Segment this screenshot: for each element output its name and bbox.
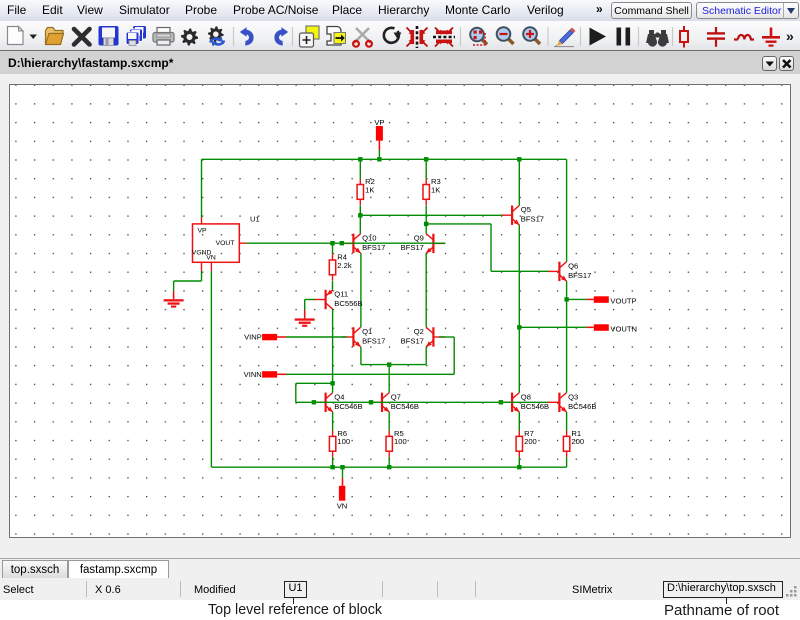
svg-text:Q1: Q1 (362, 327, 372, 336)
svg-text:2.2k: 2.2k (337, 261, 352, 270)
svg-text:200: 200 (571, 437, 584, 446)
svg-text:1K: 1K (365, 185, 374, 194)
svg-text:BC556B: BC556B (334, 299, 362, 308)
svg-text:BFS17: BFS17 (401, 337, 424, 346)
svg-text:BFS17: BFS17 (568, 271, 591, 280)
svg-text:VOUTP: VOUTP (610, 296, 636, 305)
svg-text:Q9: Q9 (414, 233, 424, 242)
svg-text:BFS17: BFS17 (362, 243, 385, 252)
svg-text:BC546B: BC546B (391, 402, 419, 411)
svg-text:»: » (786, 28, 794, 44)
svg-text:Q2: Q2 (414, 327, 424, 336)
svg-text:BC546B: BC546B (521, 402, 549, 411)
svg-text:Q8: Q8 (521, 392, 531, 401)
svg-text:1K: 1K (431, 185, 440, 194)
svg-text:Q10: Q10 (362, 233, 376, 242)
svg-text:BFS17: BFS17 (362, 337, 385, 346)
svg-text:Q11: Q11 (334, 290, 348, 299)
svg-text:BC546B: BC546B (334, 402, 362, 411)
svg-text:Q6: Q6 (568, 261, 578, 270)
svg-text:Q5: Q5 (521, 205, 531, 214)
svg-text:Q3: Q3 (568, 392, 578, 401)
svg-text:VP: VP (374, 118, 384, 127)
svg-text:VINN: VINN (244, 370, 262, 379)
svg-text:BFS17: BFS17 (401, 243, 424, 252)
svg-text:Q7: Q7 (391, 392, 401, 401)
svg-text:U1: U1 (250, 214, 260, 223)
svg-text:VOUT: VOUT (216, 240, 235, 247)
svg-text:100: 100 (394, 437, 407, 446)
svg-text:VN: VN (337, 502, 348, 511)
svg-text:100: 100 (337, 437, 350, 446)
svg-text:BC546B: BC546B (568, 402, 596, 411)
svg-text:200: 200 (524, 437, 537, 446)
svg-text:VOUTN: VOUTN (610, 324, 637, 333)
svg-text:VP: VP (198, 228, 208, 235)
svg-text:Q4: Q4 (334, 392, 344, 401)
svg-text:VINP: VINP (244, 333, 262, 342)
svg-text:VN: VN (206, 255, 216, 262)
svg-text:BFS17: BFS17 (521, 215, 544, 224)
